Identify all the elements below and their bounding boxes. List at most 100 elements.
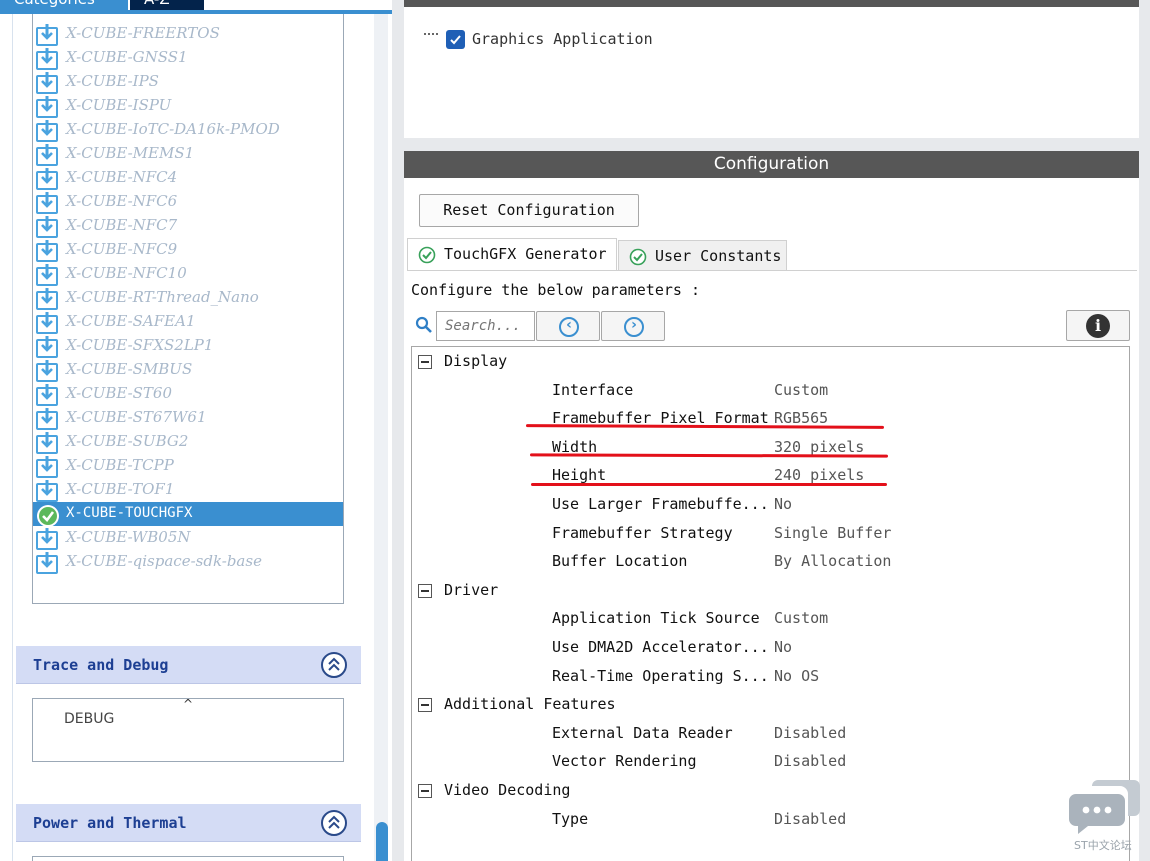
param-name[interactable]: Type — [552, 810, 588, 828]
pack-item[interactable]: X-CUBE-TOF1 — [33, 478, 343, 502]
param-name[interactable]: Buffer Location — [552, 552, 687, 570]
previous-match-button[interactable]: ‹ — [536, 311, 600, 341]
pack-item[interactable]: X-CUBE-NFC6 — [33, 190, 343, 214]
pack-item[interactable]: X-CUBE-IPS — [33, 70, 343, 94]
param-value[interactable]: No — [774, 638, 792, 656]
pack-label: X-CUBE-NFC10 — [66, 264, 187, 282]
pack-label: X-CUBE-TOF1 — [66, 480, 175, 498]
pack-item[interactable]: X-CUBE-GNSS1 — [33, 46, 343, 70]
pack-label: X-CUBE-qispace-sdk-base — [66, 552, 262, 570]
download-pack-icon — [36, 480, 58, 502]
download-pack-icon — [36, 72, 58, 94]
collapse-toggle-icon[interactable] — [418, 583, 432, 598]
check-circle-icon — [418, 246, 436, 264]
download-pack-icon — [36, 240, 58, 262]
param-value[interactable]: No — [774, 495, 792, 513]
info-button[interactable]: i — [1066, 310, 1130, 341]
pack-item[interactable]: X-CUBE-ST60 — [33, 382, 343, 406]
list-item-debug[interactable]: DEBUG — [64, 711, 114, 727]
param-name[interactable]: Use Larger Framebuffe... — [552, 495, 769, 513]
section-power-and-thermal[interactable]: Power and Thermal — [16, 804, 361, 842]
pack-item[interactable]: X-CUBE-MEMS1 — [33, 142, 343, 166]
graphics-application-checkbox[interactable] — [446, 30, 465, 49]
pack-item[interactable]: X-CUBE-FREERTOS — [33, 22, 343, 46]
tab-label: TouchGFX Generator — [444, 245, 607, 263]
trace-debug-list: ^ DEBUG — [32, 697, 344, 762]
pack-item[interactable]: X-CUBE-SMBUS — [33, 358, 343, 382]
tab-user-constants[interactable]: User Constants — [618, 240, 787, 270]
download-pack-icon — [36, 336, 58, 358]
pack-item[interactable]: X-CUBE-ST67W61 — [33, 406, 343, 430]
download-pack-icon — [36, 96, 58, 118]
param-name[interactable]: Vector Rendering — [552, 752, 697, 770]
watermark-text: ST中文论坛 — [1074, 839, 1132, 852]
param-value[interactable]: Disabled — [774, 724, 846, 742]
power-thermal-list — [32, 856, 344, 861]
param-name[interactable]: Real-Time Operating S... — [552, 667, 769, 685]
param-value[interactable]: Single Buffer — [774, 524, 891, 542]
reset-configuration-button[interactable]: Reset Configuration — [419, 194, 639, 227]
pack-item[interactable]: X-CUBE-TOUCHGFX — [33, 502, 343, 527]
param-name[interactable]: Use DMA2D Accelerator... — [552, 638, 769, 656]
pack-label: X-CUBE-IoTC-DA16k-PMOD — [66, 120, 280, 138]
search-input[interactable] — [436, 311, 535, 341]
pack-label: X-CUBE-SFXS2LP1 — [66, 336, 214, 354]
collapse-toggle-icon[interactable] — [418, 698, 432, 713]
tab-touchgfx-generator[interactable]: TouchGFX Generator — [407, 238, 617, 270]
annotation-underline — [531, 483, 887, 486]
param-name[interactable]: Height — [552, 466, 606, 484]
pack-label: X-CUBE-WB05N — [66, 528, 191, 546]
left-scrollbar-thumb[interactable] — [376, 822, 388, 861]
left-scrollbar-track[interactable] — [374, 14, 388, 861]
next-match-button[interactable]: › — [601, 311, 665, 341]
param-name[interactable]: External Data Reader — [552, 724, 733, 742]
pack-item[interactable]: X-CUBE-NFC7 — [33, 214, 343, 238]
pack-item[interactable]: X-CUBE-qispace-sdk-base — [33, 550, 343, 574]
param-name[interactable]: Framebuffer Strategy — [552, 524, 733, 542]
pack-label: X-CUBE-RT-Thread_Nano — [66, 288, 259, 306]
download-pack-icon — [36, 192, 58, 214]
chevron-right-icon: › — [624, 317, 644, 337]
pack-item[interactable]: X-CUBE-NFC9 — [33, 238, 343, 262]
download-pack-icon — [36, 312, 58, 334]
param-group-label: Video Decoding — [444, 781, 571, 799]
param-value[interactable]: By Allocation — [774, 552, 891, 570]
collapse-toggle-icon[interactable] — [418, 784, 432, 798]
param-value[interactable]: Disabled — [774, 810, 846, 828]
parameter-tree: Display Interface Custom Framebuffer Pixel … — [411, 346, 1130, 861]
pack-item[interactable]: X-CUBE-IoTC-DA16k-PMOD — [33, 118, 343, 142]
pack-item[interactable]: X-CUBE-RT-Thread_Nano — [33, 286, 343, 310]
param-value[interactable]: No OS — [774, 667, 819, 685]
pack-label: X-CUBE-GNSS1 — [66, 48, 188, 66]
download-pack-icon — [36, 144, 58, 166]
section-trace-and-debug[interactable]: Trace and Debug — [16, 646, 361, 684]
param-value[interactable]: 320 pixels — [774, 438, 864, 456]
collapse-icon[interactable] — [321, 652, 347, 678]
pack-item[interactable]: X-CUBE-WB05N — [33, 526, 343, 550]
pack-label: X-CUBE-TOUCHGFX — [66, 505, 193, 521]
search-icon[interactable] — [415, 316, 433, 334]
section-title: Trace and Debug — [33, 656, 169, 674]
pack-item[interactable]: X-CUBE-ISPU — [33, 94, 343, 118]
param-value[interactable]: Custom — [774, 381, 828, 399]
pack-item[interactable]: X-CUBE-SAFEA1 — [33, 310, 343, 334]
pack-item[interactable]: X-CUBE-SFXS2LP1 — [33, 334, 343, 358]
collapse-icon[interactable] — [321, 810, 347, 836]
download-pack-icon — [36, 384, 58, 406]
param-value[interactable]: 240 pixels — [774, 466, 864, 484]
param-value[interactable]: Custom — [774, 609, 828, 627]
pack-label: X-CUBE-ISPU — [66, 96, 172, 114]
collapse-toggle-icon[interactable] — [418, 355, 432, 369]
pack-item[interactable]: X-CUBE-NFC4 — [33, 166, 343, 190]
pack-item[interactable]: X-CUBE-SUBG2 — [33, 430, 343, 454]
pack-label: X-CUBE-IPS — [66, 72, 159, 90]
forum-watermark: ST中文论坛 — [1068, 778, 1142, 858]
check-circle-icon — [629, 248, 647, 266]
param-value[interactable]: Disabled — [774, 752, 846, 770]
param-name[interactable]: Interface — [552, 381, 633, 399]
param-name[interactable]: Application Tick Source — [552, 609, 760, 627]
pack-label: X-CUBE-TCPP — [66, 456, 174, 474]
pack-item[interactable]: X-CUBE-TCPP — [33, 454, 343, 478]
right-scrollbar-track[interactable] — [1139, 138, 1150, 861]
pack-item[interactable]: X-CUBE-NFC10 — [33, 262, 343, 286]
